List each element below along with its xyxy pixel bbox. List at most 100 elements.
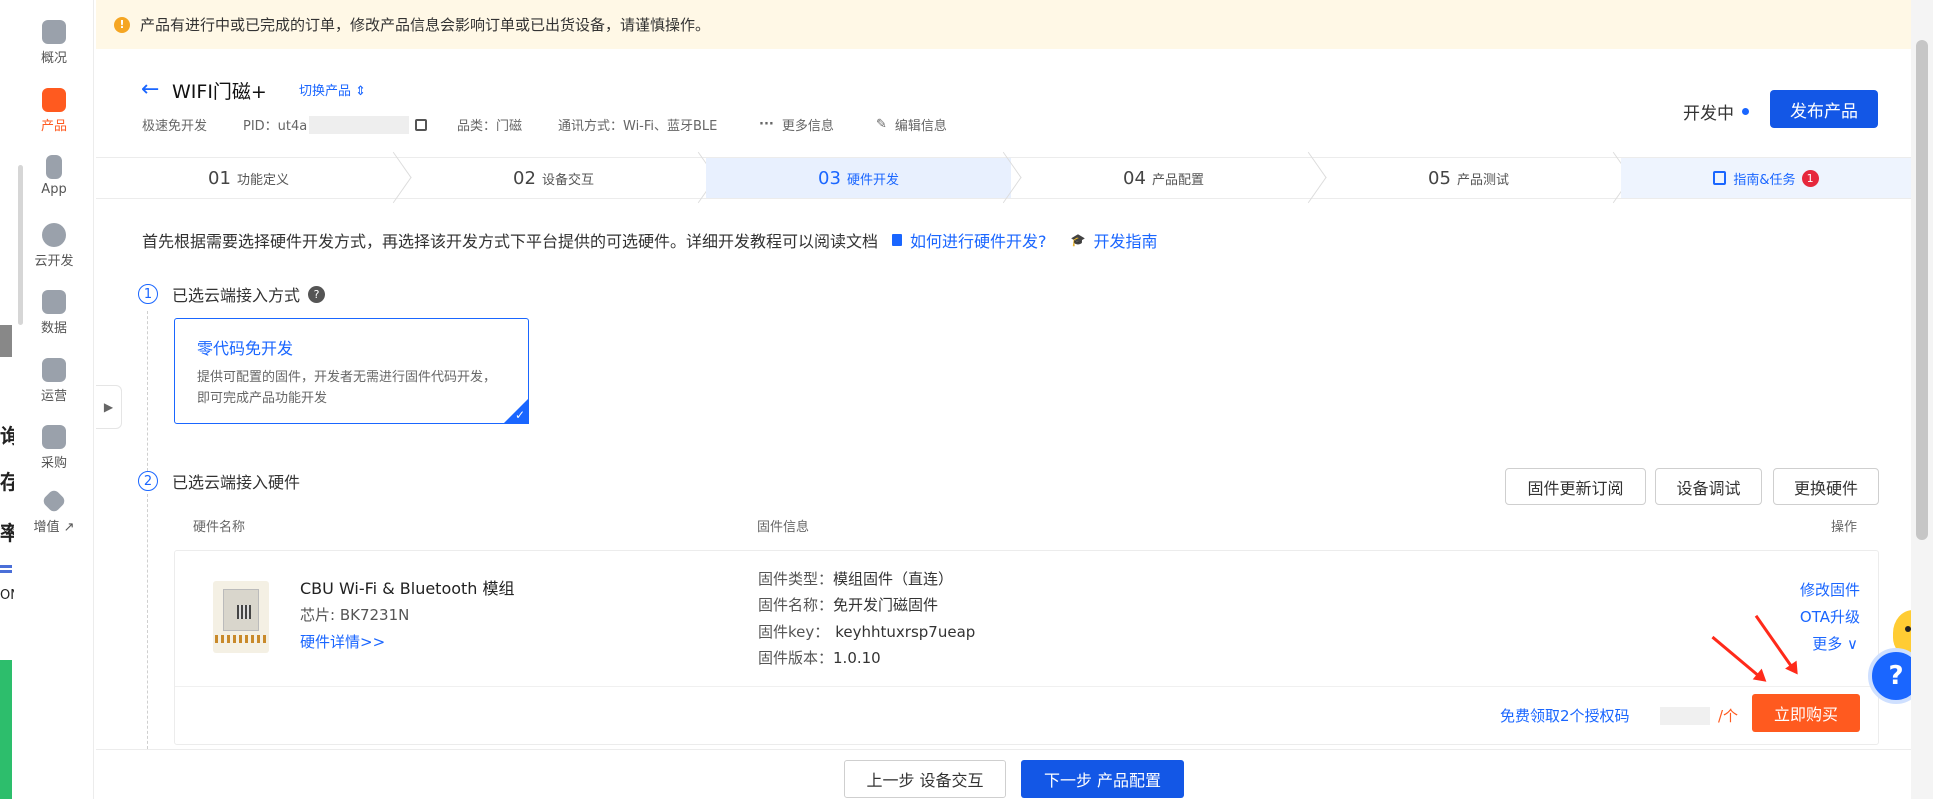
diamond-icon: [41, 488, 67, 514]
hardware-name: CBU Wi-Fi & Bluetooth 模组: [300, 579, 515, 598]
more-info-link[interactable]: ··· 更多信息: [759, 115, 834, 134]
edit-info-label: 编辑信息: [894, 119, 947, 134]
sidebar-item-purchase[interactable]: 采购: [14, 425, 94, 471]
product-name: WIFI门磁+: [172, 81, 267, 103]
document-icon: [892, 234, 903, 246]
firmware-type: 固件类型：模组固件（直连）: [758, 568, 953, 589]
sidebar-item-data[interactable]: 数据: [14, 290, 94, 336]
copy-icon[interactable]: [415, 118, 428, 131]
sidebar-item-label: App: [41, 182, 67, 197]
scrollbar-thumb[interactable]: [1916, 40, 1928, 540]
section-access-hardware: 2 已选云端接入硬件: [138, 469, 300, 493]
edge-tab: [0, 325, 12, 357]
sidebar-item-value-added[interactable]: 增值 ↗: [14, 488, 94, 535]
warning-banner: ! 产品有进行中或已完成的订单，修改产品信息会影响订单或已出货设备，请谨慎操作。: [96, 0, 1911, 49]
intro-text: 首先根据需要选择硬件开发方式，再选择该开发方式下平台提供的可选硬件。详细开发教程…: [142, 232, 879, 251]
product-header: ← WIFI门磁+ 切换产品 ⇕ 极速免开发 PID：ut4a 品类：门磁 通讯…: [96, 49, 1911, 156]
more-info-label: 更多信息: [781, 119, 834, 134]
fw-value: 模组固件（直连）: [833, 570, 954, 588]
column-header-firmware: 固件信息: [757, 520, 810, 535]
edge-green-block: [0, 660, 12, 799]
device-debug-button[interactable]: 设备调试: [1655, 468, 1762, 505]
sidebar-item-cloud[interactable]: 云开发: [14, 223, 94, 269]
sidebar-item-operation[interactable]: 运营: [14, 358, 94, 404]
step-number: 01: [208, 167, 231, 189]
card-title: 零代码免开发: [197, 339, 294, 358]
ota-upgrade-link[interactable]: OTA升级: [1800, 606, 1860, 627]
divider: [175, 686, 1878, 687]
price-redacted: [1660, 707, 1710, 725]
free-license-link[interactable]: 免费领取2个授权码: [1500, 705, 1630, 726]
home-icon: [42, 20, 66, 44]
replace-hardware-button[interactable]: 更换硬件: [1773, 468, 1879, 505]
section-title: 已选云端接入方式: [172, 286, 301, 305]
pid-label: PID：ut4a: [243, 119, 308, 134]
step-function-definition[interactable]: 01 功能定义: [96, 158, 401, 198]
how-to-develop-link[interactable]: 如何进行硬件开发?: [892, 228, 1047, 252]
step-label: 功能定义: [236, 172, 289, 188]
product-status: 开发中: [1683, 99, 1749, 124]
publish-product-button[interactable]: 发布产品: [1770, 90, 1878, 128]
price-unit: /个: [1718, 707, 1739, 725]
firmware-subscribe-button[interactable]: 固件更新订阅: [1505, 468, 1646, 505]
step-connector: [147, 311, 148, 471]
step-number: 04: [1123, 167, 1146, 189]
column-header-actions: 操作: [1831, 520, 1858, 535]
fw-label: 固件名称：: [758, 596, 834, 614]
dev-guide-link[interactable]: 🎓 开发指南: [1071, 228, 1158, 252]
notification-badge: 1: [1801, 169, 1819, 187]
warning-icon: !: [114, 16, 130, 33]
step-bar: 01 功能定义 02 设备交互 03 硬件开发 04 产品配置 05 产品测试 …: [96, 157, 1911, 199]
sort-icon: ⇕: [355, 84, 367, 99]
step-product-configuration[interactable]: 04 产品配置: [1011, 158, 1316, 198]
hardware-chip: 芯片: BK7231N: [300, 606, 410, 624]
step-label: 产品测试: [1456, 172, 1509, 188]
fw-label: 固件版本：: [758, 649, 834, 667]
edit-info-link[interactable]: ✎ 编辑信息: [876, 115, 947, 134]
column-header-hardware: 硬件名称: [193, 520, 246, 535]
sidebar-item-product[interactable]: 产品: [14, 88, 94, 134]
step-circle: 1: [138, 284, 158, 304]
left-window-edge: 询 存 率 ON: [0, 0, 14, 799]
buy-now-button[interactable]: 立即购买: [1752, 694, 1860, 732]
hardware-row: CBU Wi-Fi & Bluetooth 模组 芯片: BK7231N 硬件详…: [174, 550, 1879, 745]
step-label: 产品配置: [1151, 172, 1204, 188]
step-hardware-development[interactable]: 03 硬件开发: [706, 158, 1011, 198]
next-step-button[interactable]: 下一步 产品配置: [1021, 760, 1184, 798]
edge-fragment: 询: [0, 424, 14, 448]
caret-right-icon: ▶: [103, 400, 114, 414]
help-icon[interactable]: ?: [308, 285, 326, 303]
sidebar-item-label: 云开发: [34, 254, 74, 269]
modify-firmware-link[interactable]: 修改固件: [1800, 579, 1860, 600]
sidebar-item-label: 采购: [40, 456, 67, 471]
fw-label: 固件key：: [758, 623, 830, 641]
sidebar-item-label: 数据: [40, 321, 67, 336]
previous-step-button[interactable]: 上一步 设备交互: [844, 760, 1006, 798]
product-icon: [42, 88, 66, 112]
fw-value: 免开发门磁固件: [833, 596, 939, 614]
tab-guide-tasks[interactable]: 指南&任务 1: [1621, 158, 1911, 198]
phone-icon: [46, 155, 62, 179]
zero-code-card[interactable]: 零代码免开发 提供可配置的固件，开发者无需进行固件代码开发，即可完成产品功能开发…: [174, 318, 529, 424]
more-actions-link[interactable]: 更多 ∨: [1812, 633, 1858, 654]
step-product-testing[interactable]: 05 产品测试: [1316, 158, 1621, 198]
module-image: [213, 581, 269, 653]
product-comm: 通讯方式：Wi-Fi、蓝牙BLE: [558, 119, 718, 134]
hardware-details-link[interactable]: 硬件详情>>: [300, 631, 385, 652]
more-dots-icon: ···: [759, 117, 774, 132]
how-to-develop-label: 如何进行硬件开发?: [910, 232, 1047, 251]
sidebar-expand-handle[interactable]: ▶: [96, 385, 122, 429]
sidebar-item-overview[interactable]: 概况: [14, 20, 94, 66]
switch-product-link[interactable]: 切换产品 ⇕: [299, 80, 366, 99]
edge-fragment: 率: [0, 521, 14, 545]
main-sidebar: 概况 产品 App 云开发 数据 运营 采购 增值 ↗: [14, 0, 94, 799]
sidebar-item-app[interactable]: App: [14, 155, 94, 197]
back-arrow-icon[interactable]: ←: [141, 77, 159, 102]
page-scrollbar[interactable]: [1911, 0, 1933, 799]
cloud-icon: [42, 223, 66, 247]
dev-guide-label: 开发指南: [1093, 232, 1158, 251]
switch-product-label: 切换产品: [299, 84, 352, 99]
check-icon: ✓: [514, 408, 525, 422]
step-device-interaction[interactable]: 02 设备交互: [401, 158, 706, 198]
section-title: 已选云端接入硬件: [172, 473, 301, 492]
